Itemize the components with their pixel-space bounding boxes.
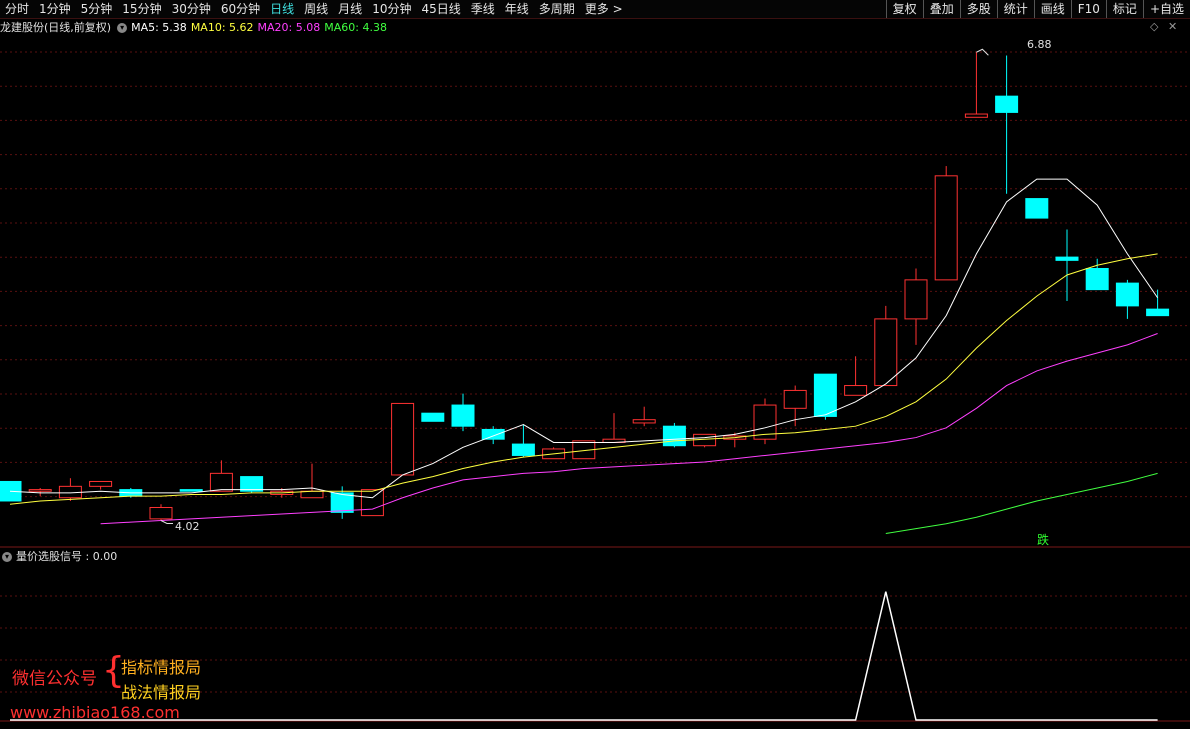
high-price-label: 6.88 — [1027, 38, 1052, 51]
candle-body — [511, 443, 535, 456]
indicator-circle-icon[interactable]: ▾ — [2, 552, 12, 562]
candle-body — [1055, 256, 1079, 261]
low-price-label: 4.02 — [175, 520, 200, 533]
candle-body — [995, 95, 1019, 113]
watermark-line2: 指标情报局 — [121, 658, 202, 677]
candle-body — [179, 489, 203, 492]
candle-body — [1085, 267, 1109, 291]
signal-tag: 跌 — [1037, 533, 1050, 547]
watermark-line3: 战法情报局 — [121, 683, 202, 702]
candle-body — [813, 373, 837, 417]
candle-body — [89, 480, 113, 487]
candle-body — [1025, 198, 1049, 219]
candle-body — [149, 506, 173, 520]
candle-body — [964, 113, 988, 118]
candle-body — [360, 489, 384, 517]
candle-body — [783, 389, 807, 409]
ma20-line — [100, 333, 1158, 525]
kline-chart — [0, 48, 1190, 722]
ma60-line — [885, 472, 1158, 534]
candle-body — [934, 175, 958, 281]
candle-body — [662, 425, 686, 447]
candle-body — [300, 490, 324, 499]
watermark-url: www.zhibiao168.com — [10, 703, 180, 722]
low-marker — [160, 520, 173, 524]
candle-body — [240, 476, 264, 492]
candle-body — [481, 428, 505, 440]
candle-body — [28, 489, 52, 492]
candle-body — [451, 404, 475, 427]
watermark-wechat: 微信公众号 — [12, 669, 97, 689]
candle-body — [1146, 308, 1170, 317]
candle-body — [391, 402, 415, 476]
candle-body — [874, 318, 898, 387]
candle-body — [632, 419, 656, 424]
indicator-legend: ▾ 量价选股信号 : 0.00 — [0, 549, 117, 565]
candle-body — [1115, 282, 1139, 307]
indicator-title: 量价选股信号 : 0.00 — [16, 550, 118, 563]
candle-body — [904, 279, 928, 320]
candle-body — [421, 412, 445, 422]
candle-body — [844, 385, 868, 396]
candle-body — [209, 472, 233, 492]
